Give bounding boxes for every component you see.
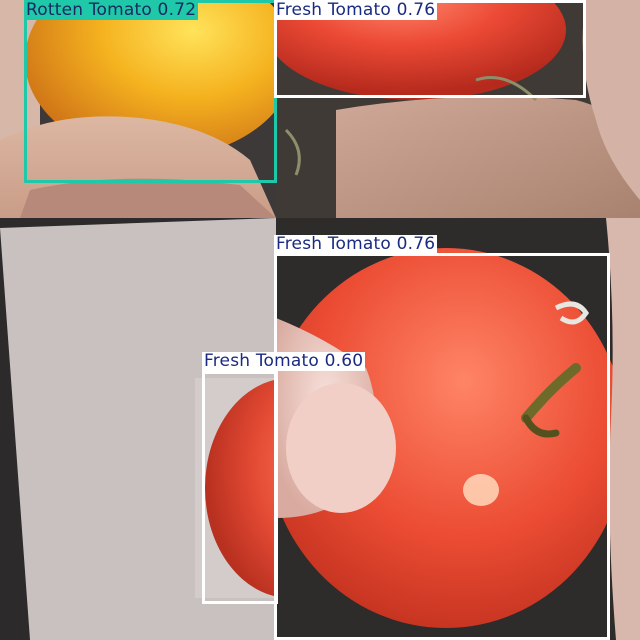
detection-label: Rotten Tomato 0.72 [24, 0, 199, 20]
detection-box-rotten-tomato [24, 0, 277, 183]
detection-label: Fresh Tomato 0.60 [202, 351, 366, 371]
detection-label: Fresh Tomato 0.76 [274, 234, 438, 254]
detection-box-fresh-tomato [274, 253, 610, 640]
detection-label: Fresh Tomato 0.76 [274, 0, 438, 20]
detection-mosaic: Rotten Tomato 0.72 Fresh Tomato 0.76 Fre… [0, 0, 640, 640]
detection-box-fresh-tomato [202, 371, 278, 604]
